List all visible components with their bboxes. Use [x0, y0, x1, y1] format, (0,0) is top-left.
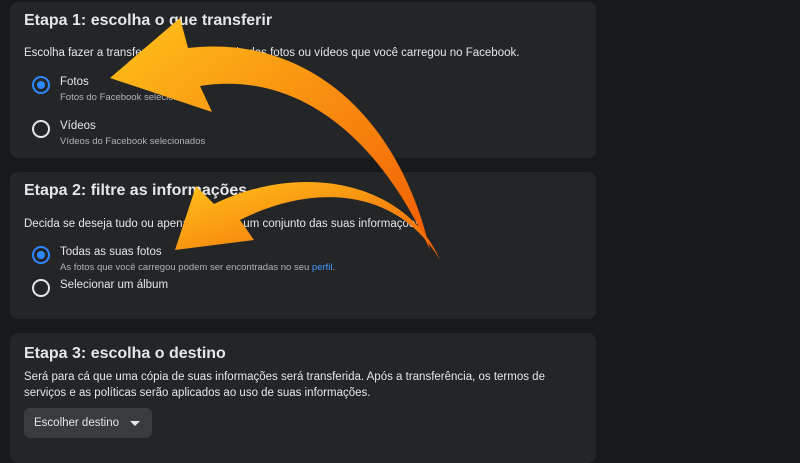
option-todas-fotos[interactable]: Todas as suas fotos As fotos que você ca…: [32, 246, 452, 276]
step3-title: Etapa 3: escolha o destino: [24, 345, 226, 362]
step2-card: Etapa 2: filtre as informações Decida se…: [10, 172, 596, 319]
option-album[interactable]: Selecionar um álbum: [32, 279, 452, 309]
option-videos-label: Vídeos: [60, 120, 96, 132]
radio-checked-icon[interactable]: [32, 246, 50, 264]
step3-description-line2: serviços e as políticas serão aplicados …: [24, 387, 371, 399]
option-videos-sub: Vídeos do Facebook selecionados: [60, 136, 206, 147]
option-todas-fotos-sub-text: As fotos que você carregou podem ser enc…: [60, 262, 310, 273]
step1-card: Etapa 1: escolha o que transferir Escolh…: [10, 2, 596, 158]
option-fotos-sub: Fotos do Facebook selecionadas: [60, 92, 200, 103]
step3-description: Será para cá que uma cópia de suas infor…: [24, 369, 564, 401]
step2-title: Etapa 2: filtre as informações: [24, 182, 248, 199]
option-todas-fotos-label: Todas as suas fotos: [60, 246, 162, 258]
choose-destination-button[interactable]: Escolher destino: [24, 408, 152, 438]
step2-description: Decida se deseja tudo ou apenas parte de…: [24, 218, 422, 230]
step3-description-line1: Será para cá que uma cópia de suas infor…: [24, 371, 545, 383]
step3-card: Etapa 3: escolha o destino Será para cá …: [10, 333, 596, 463]
radio-checked-icon[interactable]: [32, 76, 50, 94]
step1-description: Escolha fazer a transferência de uma cóp…: [24, 47, 520, 59]
option-album-label: Selecionar um álbum: [60, 279, 169, 291]
profile-link[interactable]: perfil: [312, 262, 333, 273]
radio-unchecked-icon[interactable]: [32, 120, 50, 138]
option-fotos[interactable]: Fotos Fotos do Facebook selecionadas: [32, 76, 452, 106]
caret-down-icon: [130, 421, 140, 426]
radio-unchecked-icon[interactable]: [32, 279, 50, 297]
option-fotos-label: Fotos: [60, 76, 89, 88]
choose-destination-label: Escolher destino: [34, 417, 120, 429]
option-todas-fotos-sub: As fotos que você carregou podem ser enc…: [60, 262, 336, 273]
option-videos[interactable]: Vídeos Vídeos do Facebook selecionados: [32, 120, 452, 150]
step1-title: Etapa 1: escolha o que transferir: [24, 12, 273, 29]
